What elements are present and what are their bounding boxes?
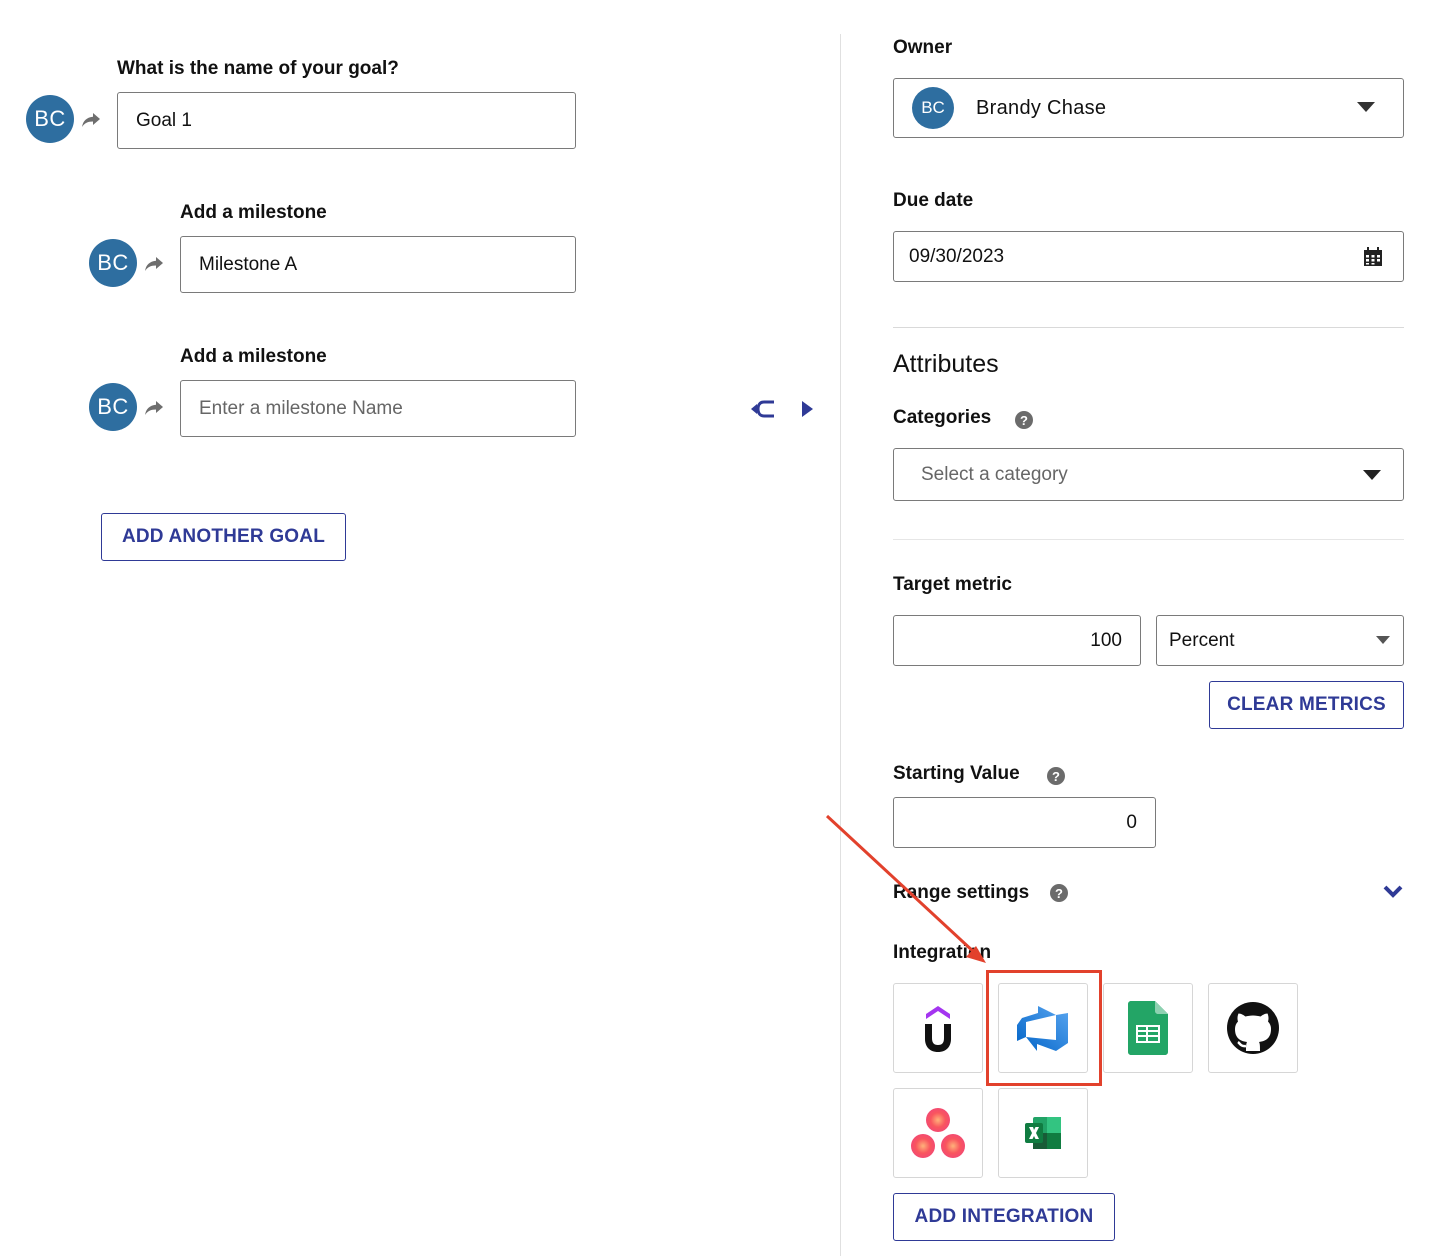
chevron-down-icon bbox=[1376, 636, 1390, 644]
goal-owner-avatar[interactable]: BC bbox=[26, 95, 74, 143]
udemy-icon bbox=[925, 1006, 951, 1052]
goal-name-input[interactable]: Goal 1 bbox=[117, 92, 576, 149]
chevron-down-icon bbox=[1357, 102, 1375, 112]
asana-icon bbox=[911, 1108, 965, 1158]
milestone-label: Add a milestone bbox=[180, 202, 327, 223]
expand-panel-icon[interactable] bbox=[800, 400, 814, 418]
share-arrow-icon bbox=[82, 113, 100, 127]
github-icon bbox=[1227, 1002, 1279, 1054]
udemy-integration-tile[interactable] bbox=[893, 983, 983, 1073]
clear-metrics-button[interactable]: CLEAR METRICS bbox=[1209, 681, 1404, 729]
add-integration-button[interactable]: ADD INTEGRATION bbox=[893, 1193, 1115, 1241]
section-divider bbox=[893, 327, 1404, 328]
attributes-heading: Attributes bbox=[893, 350, 999, 378]
section-divider bbox=[893, 539, 1404, 540]
starting-value-value: 0 bbox=[1126, 811, 1137, 833]
excel-integration-tile[interactable] bbox=[998, 1088, 1088, 1178]
owner-label: Owner bbox=[893, 37, 953, 58]
owner-avatar: BC bbox=[912, 87, 954, 129]
annotation-arrow-icon bbox=[825, 814, 986, 963]
due-date-value: 09/30/2023 bbox=[909, 245, 1005, 267]
milestone-value: Milestone A bbox=[199, 253, 298, 275]
metric-unit-select[interactable]: Percent bbox=[1156, 615, 1404, 666]
target-metric-label: Target metric bbox=[893, 574, 1012, 595]
owner-select[interactable]: BC Brandy Chase bbox=[893, 78, 1404, 138]
help-icon[interactable]: ? bbox=[1047, 767, 1065, 785]
metric-unit-value: Percent bbox=[1169, 629, 1235, 651]
google-sheets-icon bbox=[1128, 1001, 1168, 1055]
help-icon[interactable]: ? bbox=[1015, 411, 1033, 429]
target-metric-input[interactable]: 100 bbox=[893, 615, 1141, 666]
target-metric-value: 100 bbox=[1090, 629, 1122, 651]
help-icon[interactable]: ? bbox=[1050, 884, 1068, 902]
chevron-down-icon bbox=[1363, 470, 1381, 480]
milestone-label: Add a milestone bbox=[180, 346, 327, 367]
google-sheets-integration-tile[interactable] bbox=[1103, 983, 1193, 1073]
milestone-input[interactable]: Milestone A bbox=[180, 236, 576, 293]
highlight-box bbox=[986, 970, 1102, 1086]
column-divider bbox=[840, 34, 841, 1256]
categories-label: Categories bbox=[893, 407, 992, 428]
calendar-icon[interactable] bbox=[1363, 247, 1383, 267]
chevron-down-icon[interactable] bbox=[1383, 885, 1403, 899]
milestone-avatar[interactable]: BC bbox=[89, 239, 137, 287]
due-date-label: Due date bbox=[893, 190, 974, 211]
excel-icon bbox=[1025, 1117, 1061, 1149]
milestone-avatar[interactable]: BC bbox=[89, 383, 137, 431]
category-select[interactable]: Select a category bbox=[893, 448, 1404, 501]
milestone-input[interactable]: Enter a milestone Name bbox=[180, 380, 576, 437]
add-another-goal-button[interactable]: ADD ANOTHER GOAL bbox=[101, 513, 346, 561]
share-arrow-icon bbox=[145, 401, 163, 415]
share-arrow-icon bbox=[145, 257, 163, 271]
owner-name: Brandy Chase bbox=[976, 96, 1107, 119]
asana-integration-tile[interactable] bbox=[893, 1088, 983, 1178]
collapse-panel-icon[interactable] bbox=[750, 399, 778, 419]
goal-name-value: Goal 1 bbox=[136, 109, 192, 131]
category-placeholder: Select a category bbox=[921, 463, 1068, 485]
goal-question-label: What is the name of your goal? bbox=[117, 58, 399, 79]
starting-value-label: Starting Value bbox=[893, 763, 1020, 784]
milestone-placeholder: Enter a milestone Name bbox=[199, 397, 403, 419]
due-date-input[interactable]: 09/30/2023 bbox=[893, 231, 1404, 282]
github-integration-tile[interactable] bbox=[1208, 983, 1298, 1073]
